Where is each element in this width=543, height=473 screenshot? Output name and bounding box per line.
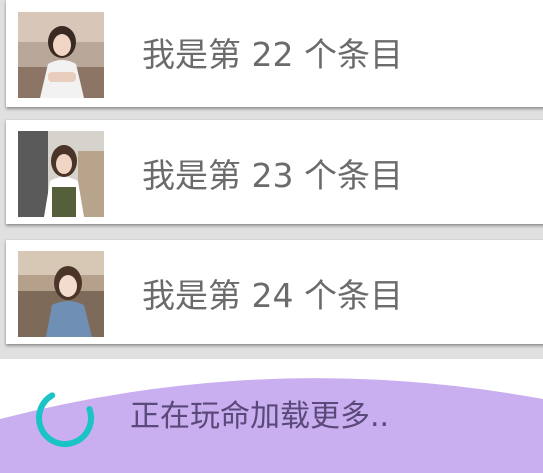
item-label: 我是第 24 个条目 xyxy=(142,276,403,315)
item-thumbnail xyxy=(18,131,104,217)
list-item[interactable]: 我是第 23 个条目 xyxy=(6,120,543,224)
list-item[interactable]: 我是第 22 个条目 xyxy=(6,0,543,107)
list-item[interactable]: 我是第 24 个条目 xyxy=(6,240,543,344)
item-thumbnail xyxy=(18,251,104,337)
item-label: 我是第 22 个条目 xyxy=(142,35,403,74)
load-more-footer: 正在玩命加载更多.. xyxy=(0,359,543,473)
item-thumbnail xyxy=(18,12,104,98)
loading-spinner-icon xyxy=(36,389,94,447)
item-label: 我是第 23 个条目 xyxy=(142,156,403,195)
item-list[interactable]: 我是第 22 个条目 我是第 23 个条目 我是第 24 个条目 正在玩命加载更… xyxy=(0,0,543,473)
loading-text: 正在玩命加载更多.. xyxy=(130,399,390,434)
